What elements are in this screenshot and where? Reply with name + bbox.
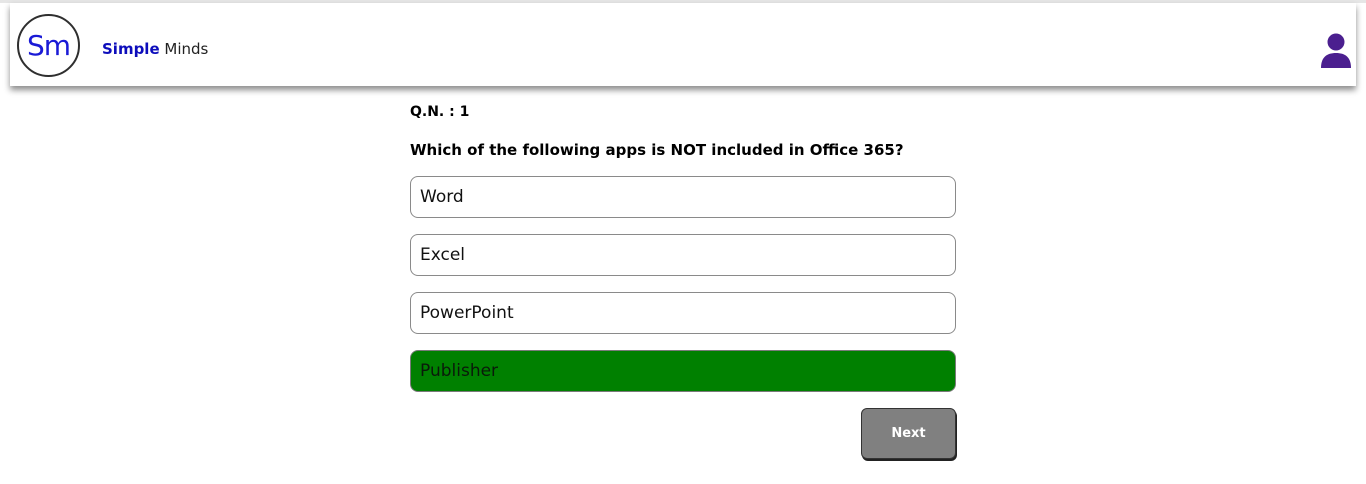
answer-option-publisher[interactable]: Publisher	[410, 350, 956, 392]
answer-option-label: Word	[420, 187, 464, 207]
logo[interactable]: Sm	[17, 14, 80, 77]
quiz-page: Sm Simple Minds Q.N. : 1 Which of the fo…	[0, 0, 1366, 484]
brand-name: Simple Minds	[102, 40, 208, 58]
answer-option-label: Publisher	[420, 361, 499, 381]
next-button-label: Next	[891, 426, 926, 441]
user-icon[interactable]	[1320, 33, 1352, 69]
logo-text: Sm	[26, 29, 71, 62]
answer-option-excel[interactable]: Excel	[410, 234, 956, 276]
question-number: Q.N. : 1	[410, 104, 470, 120]
answer-option-powerpoint[interactable]: PowerPoint	[410, 292, 956, 334]
question-text: Which of the following apps is NOT inclu…	[410, 141, 904, 159]
brand-name-strong: Simple	[102, 40, 160, 58]
answer-option-label: PowerPoint	[420, 303, 514, 323]
next-button[interactable]: Next	[861, 408, 956, 459]
answer-option-label: Excel	[420, 245, 466, 265]
answer-option-word[interactable]: Word	[410, 176, 956, 218]
brand-name-rest: Minds	[159, 40, 209, 58]
app-header: Sm Simple Minds	[10, 3, 1356, 86]
